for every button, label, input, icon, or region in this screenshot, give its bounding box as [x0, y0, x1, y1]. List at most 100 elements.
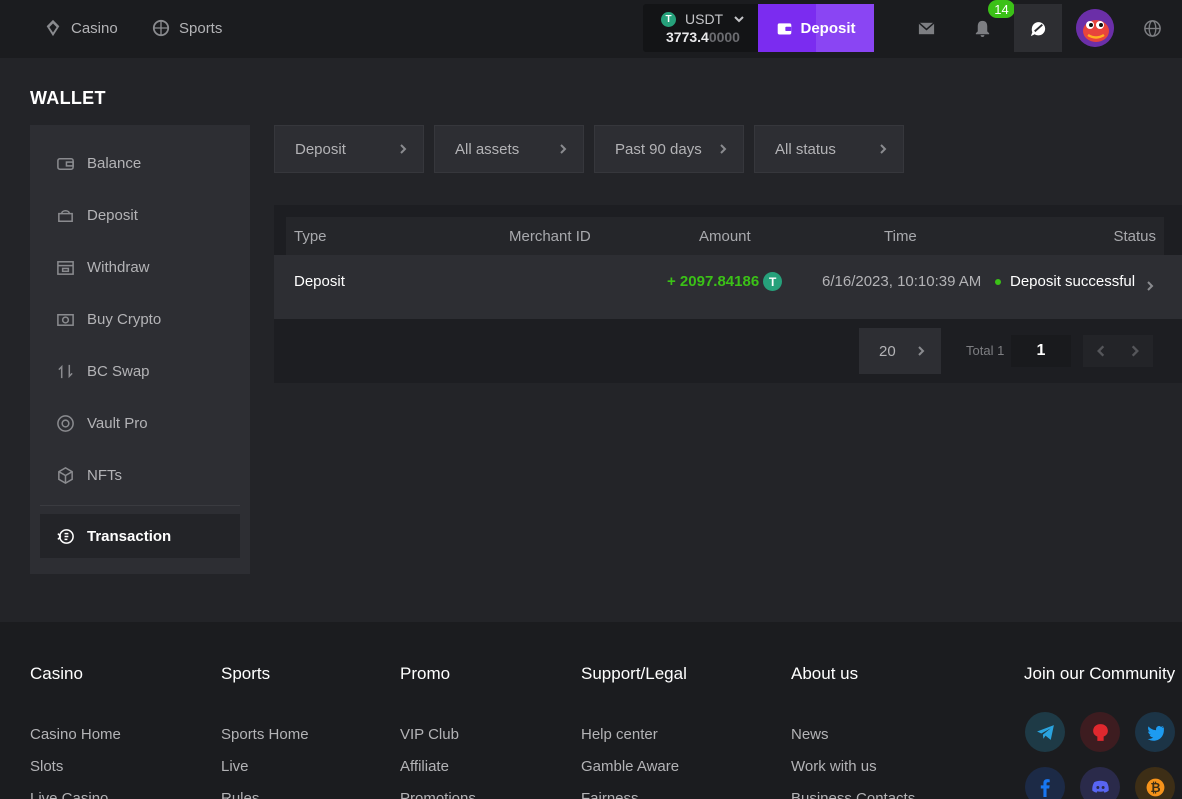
- chevron-right-icon: [880, 144, 887, 154]
- status-success-dot: [995, 279, 1001, 286]
- table-row[interactable]: Deposit + 2097.84186 T 6/16/2023, 10:10:…: [274, 255, 1182, 319]
- chevron-right-icon: [720, 144, 727, 154]
- filter-assets[interactable]: All assets: [434, 125, 584, 173]
- current-page[interactable]: 1: [1011, 335, 1071, 367]
- facebook-link[interactable]: [1025, 767, 1065, 799]
- filter-status[interactable]: All status: [754, 125, 904, 173]
- footer-link[interactable]: Affiliate: [400, 758, 476, 790]
- footer-link[interactable]: Live: [221, 758, 309, 790]
- balance-fade: 0000: [708, 29, 740, 45]
- table-header: Type Merchant ID Amount Time Status: [286, 217, 1164, 255]
- usdt-coin-icon: T: [763, 272, 783, 291]
- avatar[interactable]: [1076, 9, 1114, 47]
- page-title: WALLET: [30, 88, 106, 108]
- language-button[interactable]: [1128, 4, 1176, 52]
- nav-sports-label: Sports: [179, 19, 223, 37]
- footer-link[interactable]: Live Casino: [30, 790, 121, 799]
- transaction-icon: [57, 528, 74, 544]
- footer: Casino Casino Home Slots Live Casino Spo…: [0, 622, 1182, 799]
- chat-button[interactable]: [1014, 4, 1062, 52]
- balance-main: 3773.4: [666, 29, 709, 45]
- sidebar-item-deposit[interactable]: Deposit: [40, 193, 240, 237]
- sidebar-item-label: BC Swap: [87, 362, 150, 380]
- footer-link[interactable]: Help center: [581, 726, 687, 758]
- sports-ball-icon: [152, 19, 170, 37]
- wallet-sidebar: Balance Deposit Withdraw Buy Crypto BC S…: [30, 125, 250, 574]
- nav-sports[interactable]: Sports: [152, 0, 222, 56]
- sidebar-divider: [40, 505, 240, 506]
- footer-link[interactable]: Work with us: [791, 758, 915, 790]
- footer-link[interactable]: Sports Home: [221, 726, 309, 758]
- github-icon: [1092, 723, 1108, 741]
- github-link[interactable]: [1080, 712, 1120, 752]
- withdraw-icon: [57, 260, 74, 275]
- footer-link[interactable]: VIP Club: [400, 726, 476, 758]
- column-header-status: Status: [1113, 228, 1156, 245]
- sidebar-item-transaction[interactable]: Transaction: [40, 514, 240, 558]
- chevron-left-icon: [1097, 345, 1105, 357]
- sidebar-item-balance[interactable]: Balance: [40, 141, 240, 185]
- sidebar-item-nfts[interactable]: NFTs: [40, 453, 240, 497]
- mail-button[interactable]: [902, 4, 950, 52]
- filter-type[interactable]: Deposit: [274, 125, 424, 173]
- page-size-value: 20: [879, 342, 896, 360]
- row-amount: + 2097.84186 T: [667, 272, 783, 291]
- row-status: Deposit successful: [995, 273, 1135, 290]
- footer-link[interactable]: Slots: [30, 758, 121, 790]
- next-page-button[interactable]: [1128, 344, 1142, 358]
- avatar-mascot-icon: [1076, 9, 1114, 47]
- footer-column-promo: Promo VIP Club Affiliate Promotions: [400, 664, 476, 799]
- column-header-time: Time: [884, 228, 917, 245]
- footer-link[interactable]: Business Contacts: [791, 790, 915, 799]
- sidebar-item-label: Deposit: [87, 206, 138, 224]
- filter-label: Deposit: [295, 140, 346, 158]
- page-size-selector[interactable]: 20: [859, 328, 941, 374]
- nav-casino-label: Casino: [71, 19, 118, 37]
- sidebar-item-label: Vault Pro: [87, 414, 148, 432]
- footer-column-about-us: About us News Work with us Business Cont…: [791, 664, 915, 799]
- footer-heading: Join our Community: [1024, 664, 1176, 683]
- mail-icon: [917, 21, 935, 34]
- footer-link[interactable]: Casino Home: [30, 726, 121, 758]
- bitcoin-icon: ₿: [1146, 778, 1164, 796]
- filter-label: All assets: [455, 140, 520, 158]
- footer-link[interactable]: News: [791, 726, 915, 758]
- cash-icon: [57, 313, 74, 326]
- wallet-currency-selector[interactable]: T USDT 3773.40000: [643, 4, 758, 52]
- column-header-merchant-id: Merchant ID: [509, 228, 591, 245]
- filter-period[interactable]: Past 90 days: [594, 125, 744, 173]
- sidebar-item-bc-swap[interactable]: BC Swap: [40, 349, 240, 393]
- twitter-link[interactable]: [1135, 712, 1175, 752]
- wallet-icon: [57, 157, 74, 170]
- telegram-link[interactable]: [1025, 712, 1065, 752]
- deposit-button[interactable]: Deposit: [758, 4, 874, 52]
- casino-icon: [46, 19, 60, 37]
- filter-label: All status: [775, 140, 836, 158]
- svg-text:₿: ₿: [1150, 780, 1160, 795]
- sidebar-item-vault-pro[interactable]: Vault Pro: [40, 401, 240, 445]
- footer-link[interactable]: Fairness: [581, 790, 687, 799]
- footer-heading: Casino: [30, 664, 83, 683]
- sidebar-item-label: Withdraw: [87, 258, 150, 276]
- row-time: 6/16/2023, 10:10:39 AM: [822, 273, 982, 290]
- footer-link[interactable]: Rules: [221, 790, 309, 799]
- footer-heading: About us: [791, 664, 859, 683]
- footer-column-casino: Casino Casino Home Slots Live Casino: [30, 664, 121, 799]
- wallet-balance: 3773.40000: [666, 29, 740, 45]
- telegram-icon: [1036, 724, 1054, 740]
- sidebar-item-label: NFTs: [87, 466, 122, 484]
- nav-casino[interactable]: Casino: [44, 0, 118, 56]
- filter-label: Past 90 days: [615, 140, 702, 158]
- sidebar-item-label: Balance: [87, 154, 142, 172]
- discord-icon: [1091, 780, 1109, 793]
- prev-page-button[interactable]: [1094, 344, 1108, 358]
- sidebar-item-withdraw[interactable]: Withdraw: [40, 245, 240, 289]
- chevron-down-icon: [734, 16, 744, 23]
- sidebar-item-buy-crypto[interactable]: Buy Crypto: [40, 297, 240, 341]
- deposit-button-label: Deposit: [800, 19, 856, 37]
- discord-link[interactable]: [1080, 767, 1120, 799]
- footer-link[interactable]: Promotions: [400, 790, 476, 799]
- footer-link[interactable]: Gamble Aware: [581, 758, 687, 790]
- sidebar-item-label: Buy Crypto: [87, 310, 162, 328]
- bitcoin-link[interactable]: ₿: [1135, 767, 1175, 799]
